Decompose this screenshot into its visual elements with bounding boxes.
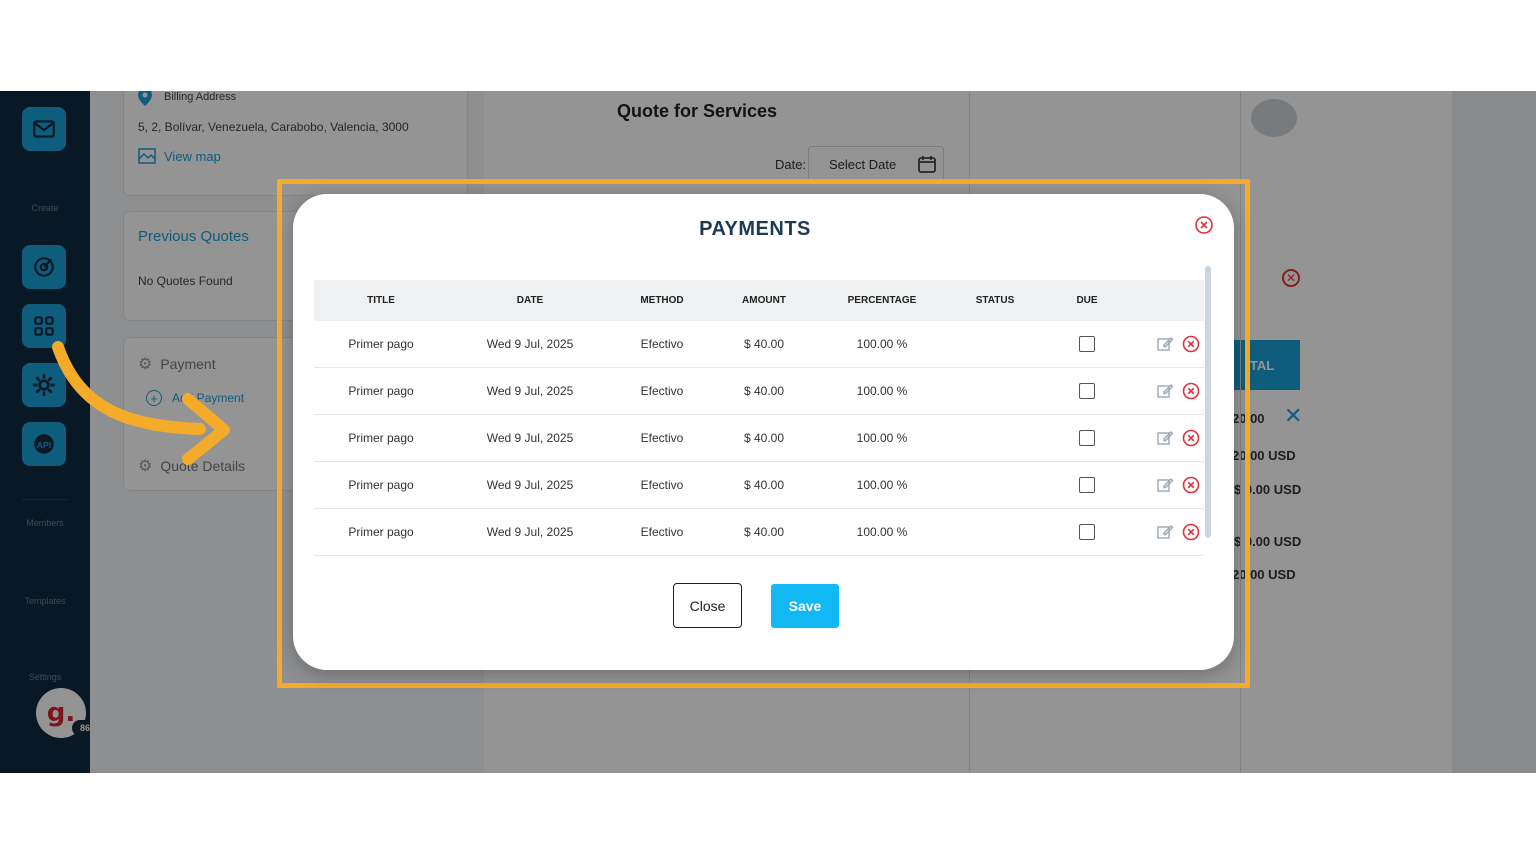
table-row: Primer pago Wed 9 Jul, 2025 Efectivo $ 40.0… bbox=[314, 321, 1204, 368]
cell-title: Primer pago bbox=[348, 478, 414, 492]
scrollbar[interactable] bbox=[1205, 266, 1211, 538]
edit-icon[interactable] bbox=[1156, 382, 1174, 400]
modal-title: PAYMENTS bbox=[699, 218, 811, 240]
cell-actions bbox=[1132, 382, 1204, 400]
cell-method: Efectivo bbox=[640, 337, 684, 351]
due-checkbox[interactable] bbox=[1079, 336, 1095, 352]
cell-due bbox=[1042, 524, 1132, 540]
cell-due bbox=[1042, 430, 1132, 446]
cell-percentage: 100.00 % bbox=[856, 337, 908, 351]
payments-table: TITLE DATE METHOD AMOUNT PERCENTAGE STAT… bbox=[314, 280, 1204, 556]
column-header-percentage: PERCENTAGE bbox=[847, 295, 917, 306]
cell-percentage: 100.00 % bbox=[856, 384, 908, 398]
table-row: Primer pago Wed 9 Jul, 2025 Efectivo $ 40.0… bbox=[314, 415, 1204, 462]
cell-method: Efectivo bbox=[640, 431, 684, 445]
cell-title: Primer pago bbox=[348, 337, 414, 351]
table-row: Primer pago Wed 9 Jul, 2025 Efectivo $ 40.0… bbox=[314, 462, 1204, 509]
due-checkbox[interactable] bbox=[1079, 430, 1095, 446]
cell-due bbox=[1042, 477, 1132, 493]
column-header-due: DUE bbox=[1076, 295, 1098, 306]
delete-icon[interactable] bbox=[1182, 429, 1200, 447]
cell-actions bbox=[1132, 476, 1204, 494]
edit-icon[interactable] bbox=[1156, 476, 1174, 494]
cell-actions bbox=[1132, 429, 1204, 447]
cell-amount: $ 40.00 bbox=[743, 525, 785, 539]
close-button[interactable]: Close bbox=[673, 583, 742, 628]
cell-title: Primer pago bbox=[348, 384, 414, 398]
payments-modal: PAYMENTS TITLE DATE METHOD AMOUNT PERCEN… bbox=[293, 194, 1234, 670]
cell-percentage: 100.00 % bbox=[856, 431, 908, 445]
due-checkbox[interactable] bbox=[1079, 477, 1095, 493]
cell-due bbox=[1042, 336, 1132, 352]
save-button[interactable]: Save bbox=[771, 584, 839, 628]
table-body: Primer pago Wed 9 Jul, 2025 Efectivo $ 40.0… bbox=[314, 321, 1204, 556]
cell-amount: $ 40.00 bbox=[743, 478, 785, 492]
due-checkbox[interactable] bbox=[1079, 524, 1095, 540]
column-header-title: TITLE bbox=[367, 295, 395, 306]
delete-icon[interactable] bbox=[1182, 335, 1200, 353]
column-header-method: METHOD bbox=[640, 295, 684, 306]
column-header-amount: AMOUNT bbox=[742, 295, 786, 306]
cell-method: Efectivo bbox=[640, 478, 684, 492]
cell-amount: $ 40.00 bbox=[743, 384, 785, 398]
cell-percentage: 100.00 % bbox=[856, 478, 908, 492]
edit-icon[interactable] bbox=[1156, 523, 1174, 541]
column-header-date: DATE bbox=[516, 295, 544, 306]
app-window: Create API Members Templates Settings g.… bbox=[0, 91, 1536, 773]
column-header-status: STATUS bbox=[975, 295, 1015, 306]
cell-method: Efectivo bbox=[640, 525, 684, 539]
cell-title: Primer pago bbox=[348, 525, 414, 539]
cell-actions bbox=[1132, 335, 1204, 353]
cell-date: Wed 9 Jul, 2025 bbox=[486, 478, 574, 492]
due-checkbox[interactable] bbox=[1079, 383, 1095, 399]
cell-percentage: 100.00 % bbox=[856, 525, 908, 539]
table-row: Primer pago Wed 9 Jul, 2025 Efectivo $ 40.0… bbox=[314, 509, 1204, 556]
delete-icon[interactable] bbox=[1182, 476, 1200, 494]
cell-amount: $ 40.00 bbox=[743, 431, 785, 445]
delete-icon[interactable] bbox=[1182, 523, 1200, 541]
cell-date: Wed 9 Jul, 2025 bbox=[486, 384, 574, 398]
cell-due bbox=[1042, 383, 1132, 399]
cell-actions bbox=[1132, 523, 1204, 541]
cell-date: Wed 9 Jul, 2025 bbox=[486, 337, 574, 351]
cell-date: Wed 9 Jul, 2025 bbox=[486, 525, 574, 539]
edit-icon[interactable] bbox=[1156, 429, 1174, 447]
delete-icon[interactable] bbox=[1182, 382, 1200, 400]
table-row: Primer pago Wed 9 Jul, 2025 Efectivo $ 40.0… bbox=[314, 368, 1204, 415]
close-icon[interactable] bbox=[1194, 215, 1214, 235]
table-header: TITLE DATE METHOD AMOUNT PERCENTAGE STAT… bbox=[314, 280, 1204, 321]
edit-icon[interactable] bbox=[1156, 335, 1174, 353]
cell-method: Efectivo bbox=[640, 384, 684, 398]
cell-date: Wed 9 Jul, 2025 bbox=[486, 431, 574, 445]
cell-amount: $ 40.00 bbox=[743, 337, 785, 351]
cell-title: Primer pago bbox=[348, 431, 414, 445]
